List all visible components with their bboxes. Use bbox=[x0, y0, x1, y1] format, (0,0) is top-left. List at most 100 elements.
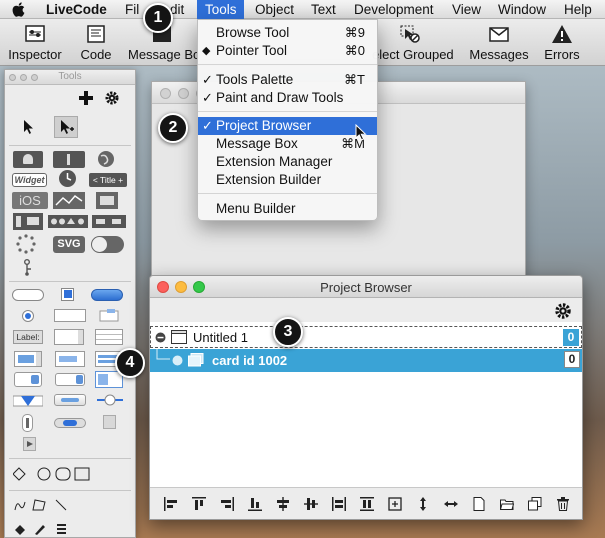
code-button[interactable]: Code bbox=[76, 19, 116, 65]
image-tool-icon[interactable] bbox=[103, 415, 116, 429]
card-row[interactable]: card id 1002 0 bbox=[150, 349, 582, 372]
line-graph-widget-icon[interactable] bbox=[53, 192, 85, 209]
radio-button-tool-icon[interactable] bbox=[22, 310, 34, 322]
widget-tool-icon[interactable]: Widget bbox=[12, 173, 47, 187]
data-grid-tool-icon[interactable] bbox=[55, 351, 85, 367]
pointer-tool-icon bbox=[61, 120, 74, 134]
errors-button[interactable]: Errors bbox=[540, 19, 584, 65]
menu-item-tools-palette[interactable]: ✓ Tools Palette ⌘T bbox=[198, 71, 377, 89]
horizontal-resize-icon[interactable] bbox=[444, 497, 458, 511]
palette-divider bbox=[9, 145, 131, 146]
align-bottom-icon[interactable] bbox=[248, 497, 262, 511]
svg-widget-icon[interactable]: SVG bbox=[53, 236, 85, 253]
switch-widget-icon[interactable] bbox=[91, 236, 124, 253]
menu-item-menu-builder[interactable]: Menu Builder bbox=[198, 200, 377, 218]
browse-tool-icon[interactable] bbox=[23, 120, 35, 135]
callout-2: 2 bbox=[158, 113, 188, 143]
segmented-widget-icon[interactable] bbox=[96, 192, 118, 209]
inspector-button[interactable]: Inspector bbox=[4, 19, 66, 65]
menu-text[interactable]: Text bbox=[311, 2, 336, 17]
paint-tools[interactable] bbox=[13, 522, 73, 536]
clock-widget-icon[interactable] bbox=[58, 169, 77, 188]
pb-settings-gear-icon[interactable] bbox=[555, 303, 571, 319]
menu-item-browse-tool[interactable]: Browse Tool ⌘9 bbox=[198, 24, 377, 42]
menu-item-label: Browse Tool bbox=[216, 25, 290, 40]
menu-item-label: Message Box bbox=[216, 136, 298, 151]
same-size-icon[interactable] bbox=[388, 497, 402, 511]
graphic-shapes-tools[interactable] bbox=[13, 467, 93, 481]
pointer-tool-button[interactable] bbox=[54, 116, 78, 138]
text-field-tool-icon[interactable] bbox=[54, 309, 86, 322]
messages-button[interactable]: Messages bbox=[468, 19, 530, 65]
menu-window[interactable]: Window bbox=[498, 2, 546, 17]
menu-object[interactable]: Object bbox=[255, 2, 294, 17]
ios-widget-icon[interactable]: iOS bbox=[12, 192, 48, 209]
list-field-tool-icon[interactable] bbox=[14, 351, 42, 367]
align-center-vertical-icon[interactable] bbox=[304, 497, 318, 511]
little-arrows-tool-icon[interactable] bbox=[22, 414, 33, 432]
navigation-bar-widget-icon[interactable] bbox=[13, 213, 43, 230]
tab-menu-tool-icon[interactable] bbox=[13, 394, 43, 408]
menu-item-paint-and-draw-tools[interactable]: ✓ Paint and Draw Tools bbox=[198, 89, 377, 107]
android-field-widget-icon[interactable] bbox=[53, 151, 85, 168]
combo-box-tool-icon[interactable] bbox=[55, 373, 85, 386]
menu-tools[interactable]: Tools bbox=[197, 0, 244, 19]
mouse-cursor-icon bbox=[355, 124, 367, 141]
align-center-horizontal-icon[interactable] bbox=[276, 497, 290, 511]
menu-development[interactable]: Development bbox=[354, 2, 434, 17]
stack-row[interactable]: Untitled 1 0 bbox=[150, 326, 582, 348]
stack-minimize-button[interactable] bbox=[178, 88, 189, 99]
menu-item-message-box[interactable]: Message Box ⌘M bbox=[198, 135, 377, 153]
distribute-vertical-icon[interactable] bbox=[360, 497, 374, 511]
align-left-icon[interactable] bbox=[164, 497, 178, 511]
menu-file[interactable]: Fil bbox=[125, 2, 139, 17]
menu-item-extension-manager[interactable]: Extension Manager bbox=[198, 153, 377, 171]
checkbox-tool-icon[interactable] bbox=[61, 288, 74, 301]
align-top-icon[interactable] bbox=[192, 497, 206, 511]
new-document-icon[interactable] bbox=[472, 497, 486, 511]
tab-strip-widget-icon[interactable] bbox=[48, 215, 88, 228]
player-tool-icon[interactable] bbox=[23, 437, 36, 451]
menu-item-label: Paint and Draw Tools bbox=[216, 90, 344, 105]
scrollbar-tool-icon[interactable] bbox=[54, 394, 86, 406]
rounded-button-tool-icon[interactable] bbox=[12, 289, 44, 301]
gear-icon[interactable] bbox=[105, 91, 119, 105]
spinner-widget-icon[interactable] bbox=[16, 234, 36, 254]
select-grouped-button[interactable]: elect Grouped bbox=[372, 19, 460, 65]
collapse-icon[interactable] bbox=[155, 332, 166, 343]
browser-widget-icon[interactable] bbox=[97, 150, 115, 168]
progress-bar-tool-icon[interactable] bbox=[54, 418, 86, 428]
distribute-horizontal-icon[interactable] bbox=[332, 497, 346, 511]
menu-view[interactable]: View bbox=[452, 2, 481, 17]
project-browser-list: Untitled 1 0 card id 1002 0 bbox=[150, 322, 582, 487]
menu-item-extension-builder[interactable]: Extension Builder bbox=[198, 171, 377, 189]
label-field-tool-icon[interactable]: Label: bbox=[13, 330, 43, 344]
tree-view-widget-icon[interactable] bbox=[24, 259, 34, 277]
vertical-resize-icon[interactable] bbox=[416, 497, 430, 511]
add-icon[interactable] bbox=[79, 91, 93, 105]
stack-close-button[interactable] bbox=[160, 88, 171, 99]
slider-tool-icon[interactable] bbox=[96, 393, 124, 407]
menu-item-project-browser[interactable]: ✓ Project Browser bbox=[198, 117, 377, 135]
default-button-tool-icon[interactable] bbox=[91, 289, 123, 301]
trash-icon[interactable] bbox=[556, 497, 570, 511]
menu-item-label: Extension Manager bbox=[216, 154, 333, 169]
menu-item-pointer-tool[interactable]: ◆ Pointer Tool ⌘0 bbox=[198, 42, 377, 60]
menu-item-label: Tools Palette bbox=[216, 72, 294, 87]
apple-icon[interactable] bbox=[12, 2, 25, 17]
duplicate-icon[interactable] bbox=[528, 497, 542, 511]
menu-help[interactable]: Help bbox=[564, 2, 592, 17]
scrolling-field-tool-icon[interactable] bbox=[54, 329, 84, 345]
table-field-tool-icon[interactable] bbox=[95, 329, 123, 345]
drawing-tools[interactable] bbox=[13, 498, 73, 512]
android-button-widget-icon[interactable] bbox=[13, 151, 43, 168]
header-bar-widget-icon[interactable]: < Title + bbox=[89, 173, 127, 187]
card-expand-icon[interactable] bbox=[172, 355, 183, 366]
popup-menu-tool-icon[interactable] bbox=[14, 372, 42, 387]
header-widget-icon[interactable] bbox=[92, 215, 126, 228]
align-right-icon[interactable] bbox=[220, 497, 234, 511]
open-folder-icon[interactable] bbox=[500, 497, 514, 511]
tab-panel-tool-icon[interactable] bbox=[99, 309, 119, 322]
app-menu[interactable]: LiveCode bbox=[46, 2, 107, 17]
stack-name: Untitled 1 bbox=[193, 330, 248, 345]
